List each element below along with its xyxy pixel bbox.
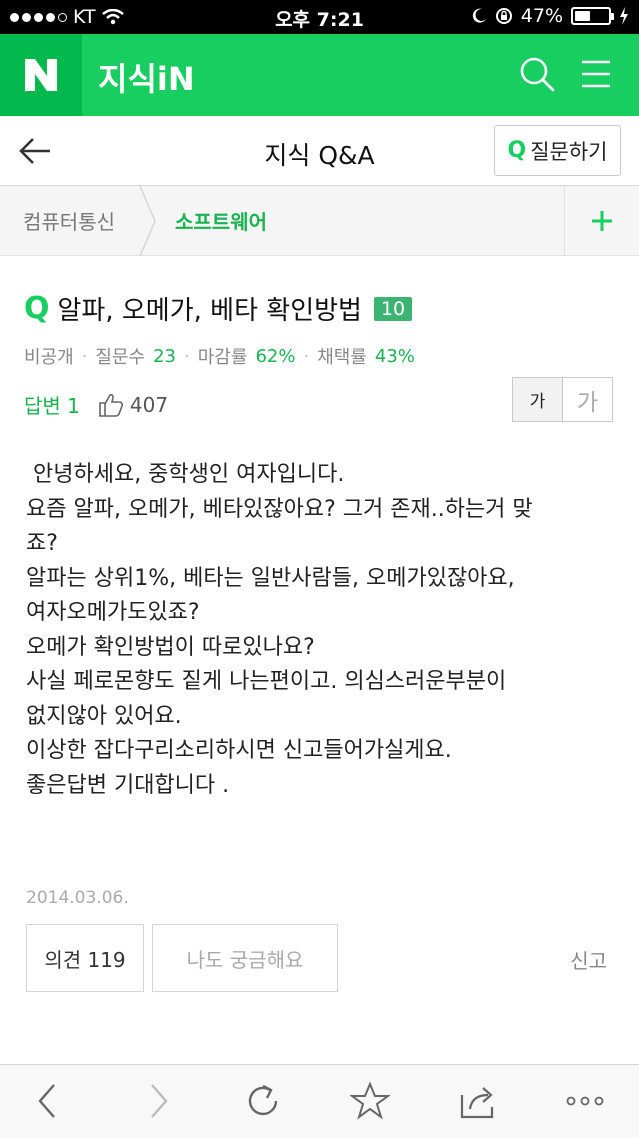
question-body-line: 이상한 잡다구리소리하시면 신고들어가실게요. <box>26 738 452 763</box>
meta-separator: · <box>303 345 310 367</box>
share-icon[interactable] <box>458 1081 498 1121</box>
status-bar: KT 오후 7:21 47% <box>0 0 639 34</box>
font-large-button[interactable]: 가 <box>563 378 612 421</box>
ask-question-button[interactable]: Q 질문하기 <box>494 125 621 176</box>
close-rate-value: 62% <box>255 345 296 367</box>
visibility-label: 비공개 <box>24 347 74 368</box>
font-small-button[interactable]: 가 <box>513 378 563 421</box>
adopt-rate-label: 채택률 <box>317 347 367 368</box>
app-title[interactable]: 지식iN <box>98 54 195 100</box>
battery-percent: 47% <box>520 5 563 27</box>
search-icon[interactable] <box>517 54 557 94</box>
question-body-line: 오메가 확인방법이 따로있나요? <box>26 634 315 660</box>
question-body-line: 좋은답변 기대합니다 . <box>26 772 230 798</box>
question-body-line: 사실 페로몬향도 짙게 나는편이고. 의심스러운부분이 <box>26 669 507 694</box>
question-body-line: 요즘 알파, 오메가, 베타있잖아요? 그거 존재..하는거 맞 <box>26 496 533 522</box>
question-title-text: 알파, 오메가, 베타 확인방법 <box>57 296 362 326</box>
question-body: 안녕하세요, 중학생인 여자입니다. 요즘 알파, 오메가, 베타있잖아요? 그거… <box>26 458 626 803</box>
meta-separator: · <box>184 345 190 367</box>
back-icon[interactable] <box>28 1081 68 1121</box>
question-body-line: 없지않아 있어요. <box>26 703 182 729</box>
charging-icon <box>620 7 628 25</box>
breadcrumb-subcategory[interactable]: 소프트웨어 <box>175 206 267 235</box>
like-count: 407 <box>129 392 169 417</box>
rotation-lock-icon <box>495 8 512 24</box>
question-q-icon: Q <box>24 291 50 326</box>
title-bar: 지식 Q&A Q 질문하기 <box>0 116 639 186</box>
breadcrumb-category[interactable]: 컴퓨터통신 <box>23 206 115 235</box>
thumbs-up-icon[interactable] <box>98 392 124 418</box>
forward-icon[interactable] <box>138 1081 178 1121</box>
ask-q-icon: Q <box>507 138 527 163</box>
me-too-curious-button[interactable]: 나도 궁금해요 <box>152 924 338 992</box>
report-link[interactable]: 신고 <box>570 945 607 974</box>
status-right: 47% <box>471 5 629 27</box>
ask-button-label: 질문하기 <box>530 139 608 164</box>
questions-label: 질문수 <box>95 347 146 368</box>
question-meta: 비공개 · 질문수 23 · 마감률 62% · 채택률 43% <box>24 343 415 369</box>
reload-icon[interactable] <box>243 1081 283 1121</box>
plus-icon <box>592 211 612 231</box>
font-size-toggle: 가 가 <box>512 377 613 422</box>
close-rate-label: 마감률 <box>197 347 248 368</box>
moon-icon <box>472 8 486 23</box>
breadcrumb: 컴퓨터통신 소프트웨어 <box>0 186 639 256</box>
menu-icon[interactable] <box>576 54 616 94</box>
level-badge: 10 <box>373 296 413 321</box>
question-stats: 답변 1 407 <box>24 390 168 419</box>
opinion-button[interactable]: 의견 119 <box>26 924 144 992</box>
adopt-rate-value: 43% <box>374 345 415 367</box>
answer-count[interactable]: 답변 1 <box>24 390 80 419</box>
question-date: 2014.03.06. <box>26 888 129 908</box>
question-body-line: 여자오메가도있죠? <box>26 600 200 625</box>
naver-logo[interactable] <box>0 34 82 116</box>
more-icon[interactable] <box>565 1081 605 1121</box>
chevron-right-icon <box>139 186 156 256</box>
question-body-line: 안녕하세요, 중학생인 여자입니다. <box>26 462 345 487</box>
naver-n-icon <box>25 59 57 91</box>
question-body-line: 죠? <box>26 531 58 556</box>
add-category-button[interactable] <box>564 186 639 256</box>
app-header: 지식iN <box>0 34 639 116</box>
question-title: Q 알파, 오메가, 베타 확인방법 10 <box>24 290 413 327</box>
questions-value: 23 <box>153 345 177 367</box>
browser-toolbar <box>0 1064 639 1138</box>
bookmark-icon[interactable] <box>350 1081 390 1121</box>
question-body-line: 알파는 상위1%, 베타는 일반사람들, 오메가있잖아요, <box>26 565 515 591</box>
meta-separator: · <box>81 345 88 367</box>
battery-icon <box>571 7 614 25</box>
